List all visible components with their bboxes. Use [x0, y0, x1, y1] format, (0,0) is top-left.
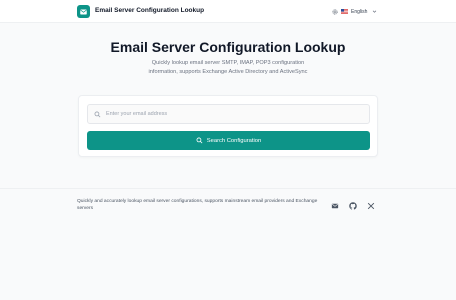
search-card: Search Configuration [78, 95, 378, 157]
language-label: English [351, 8, 368, 15]
search-icon [94, 111, 101, 118]
us-flag-icon [341, 9, 348, 14]
mail-icon[interactable] [331, 202, 339, 210]
top-header: Email Server Configuration Lookup Englis… [0, 0, 456, 23]
email-input[interactable] [106, 111, 356, 117]
gear-icon [332, 9, 338, 15]
mail-icon [80, 9, 87, 15]
chevron-down-icon [372, 9, 377, 14]
page-subtitle: Quickly lookup email server SMTP, IMAP, … [148, 60, 308, 75]
email-input-wrapper[interactable] [87, 104, 370, 124]
search-configuration-button[interactable]: Search Configuration [87, 131, 370, 150]
page-title: Email Server Configuration Lookup [110, 39, 346, 55]
footer-links [331, 202, 375, 210]
footer: Quickly and accurately lookup email serv… [0, 188, 456, 300]
search-button-label: Search Configuration [206, 137, 262, 144]
search-icon [196, 137, 203, 144]
app-title[interactable]: Email Server Configuration Lookup [95, 7, 204, 14]
language-selector[interactable]: English [332, 7, 377, 16]
app-logo[interactable] [77, 5, 90, 18]
x-icon[interactable] [367, 202, 375, 210]
github-icon[interactable] [349, 202, 357, 210]
footer-text: Quickly and accurately lookup email serv… [77, 199, 318, 211]
